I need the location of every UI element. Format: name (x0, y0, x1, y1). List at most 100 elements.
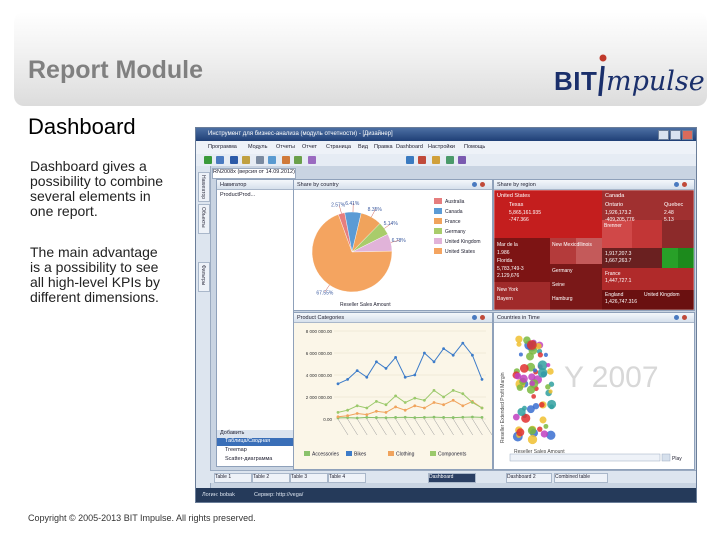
data-point[interactable] (451, 416, 455, 419)
close-button[interactable] (682, 130, 693, 140)
scatter-bubble[interactable] (527, 434, 538, 445)
scatter-bubble[interactable] (532, 368, 538, 373)
play-button[interactable] (661, 453, 671, 462)
data-point[interactable] (336, 411, 340, 414)
data-point[interactable] (471, 415, 474, 419)
added-item-selected[interactable]: Таблица/Сводная (217, 438, 293, 446)
minimize-button[interactable] (658, 130, 669, 140)
data-point[interactable] (461, 341, 465, 345)
data-point[interactable] (375, 409, 378, 413)
refresh-icon[interactable] (472, 315, 477, 320)
scatter-bubble[interactable] (531, 394, 537, 399)
menu-item[interactable]: Настройки (428, 144, 455, 150)
open-icon[interactable] (242, 156, 250, 164)
refresh-icon[interactable] (406, 156, 414, 164)
data-point[interactable] (375, 360, 378, 364)
data-point[interactable] (346, 414, 349, 418)
data-point[interactable] (442, 403, 445, 407)
data-point[interactable] (451, 389, 455, 392)
scatter-bubble[interactable] (516, 428, 525, 437)
settings-icon[interactable] (432, 156, 440, 164)
sheet-tab[interactable]: Combined table (554, 473, 608, 483)
scatter-bubble[interactable] (514, 372, 522, 380)
data-point[interactable] (471, 353, 474, 357)
data-point[interactable] (451, 398, 455, 402)
data-point[interactable] (375, 400, 378, 403)
data-point[interactable] (336, 382, 340, 386)
scatter-bubble[interactable] (539, 416, 547, 424)
scatter-bubble[interactable] (528, 373, 536, 381)
sheet-tab[interactable]: Dashboard 2 (506, 473, 552, 483)
added-item[interactable]: Treemap (225, 447, 247, 453)
print-icon[interactable] (256, 156, 264, 164)
data-point[interactable] (413, 373, 417, 377)
menu-item[interactable]: Страница (326, 144, 351, 150)
side-tab-navigator[interactable]: Навигатор (198, 172, 210, 202)
data-point[interactable] (432, 415, 436, 419)
scatter-bubble[interactable] (537, 352, 543, 358)
data-point[interactable] (451, 353, 455, 357)
chart-icon[interactable] (282, 156, 290, 164)
scatter-bubble[interactable] (526, 385, 536, 394)
data-point[interactable] (423, 398, 426, 402)
time-slider[interactable] (509, 453, 661, 462)
data-point[interactable] (403, 408, 407, 412)
scatter-bubble[interactable] (547, 368, 554, 375)
scatter-bubble[interactable] (527, 426, 537, 435)
data-point[interactable] (432, 389, 436, 392)
scatter-bubble[interactable] (549, 404, 555, 410)
scatter-bubble[interactable] (519, 364, 529, 373)
scatter-bubble[interactable] (512, 413, 520, 421)
menu-item[interactable]: Отчеты (276, 144, 295, 150)
data-point[interactable] (365, 415, 369, 419)
tree-item[interactable]: ProductProd... (220, 192, 255, 198)
data-point[interactable] (394, 394, 397, 398)
data-point[interactable] (403, 415, 407, 419)
document-tab[interactable]: RN2008x (версия от 14.09.2012) (212, 168, 296, 179)
data-point[interactable] (365, 375, 369, 379)
data-point[interactable] (413, 404, 417, 408)
side-tab-objects[interactable]: Объекты (198, 204, 210, 234)
treemap-cell[interactable] (632, 220, 662, 248)
data-point[interactable] (355, 404, 359, 408)
data-point[interactable] (442, 395, 445, 399)
data-point[interactable] (336, 415, 340, 419)
scatter-bubble[interactable] (516, 384, 524, 391)
added-item[interactable]: Scatter-диаграмма (225, 456, 272, 462)
table-icon[interactable] (294, 156, 302, 164)
data-point[interactable] (442, 347, 445, 350)
data-point[interactable] (423, 415, 426, 419)
data-point[interactable] (432, 401, 436, 404)
menu-item[interactable]: Модуль (248, 144, 268, 150)
forward-icon[interactable] (216, 156, 224, 164)
layout-icon[interactable] (458, 156, 466, 164)
menu-item[interactable]: Dashboard (396, 144, 423, 150)
data-point[interactable] (346, 378, 349, 381)
refresh-icon[interactable] (472, 182, 477, 187)
scatter-bubble[interactable] (543, 352, 549, 357)
data-point[interactable] (384, 367, 388, 370)
scatter-bubble[interactable] (537, 426, 543, 432)
data-point[interactable] (403, 401, 407, 404)
scatter-bubble[interactable] (540, 430, 548, 438)
menu-item[interactable]: Отчет (302, 144, 317, 150)
menu-item[interactable]: Правка (374, 144, 393, 150)
data-point[interactable] (480, 378, 484, 381)
data-point[interactable] (355, 416, 359, 420)
sheet-tab[interactable]: Table 1 (214, 473, 252, 483)
scatter-bubble[interactable] (526, 352, 534, 361)
scatter-bubble[interactable] (532, 402, 540, 410)
treemap-cell[interactable] (678, 248, 694, 268)
menu-item[interactable]: Помощь (464, 144, 485, 150)
data-point[interactable] (394, 405, 397, 409)
data-point[interactable] (413, 416, 417, 420)
grid-icon[interactable] (446, 156, 454, 164)
menu-item[interactable]: Вид (358, 144, 368, 150)
side-tab-filters[interactable]: Фильтры (198, 262, 210, 292)
data-point[interactable] (480, 406, 484, 410)
close-icon[interactable] (682, 182, 687, 187)
scatter-bubble[interactable] (545, 384, 551, 390)
scatter-bubble[interactable] (537, 368, 548, 378)
data-point[interactable] (423, 351, 426, 355)
scatter-bubble[interactable] (526, 340, 537, 350)
